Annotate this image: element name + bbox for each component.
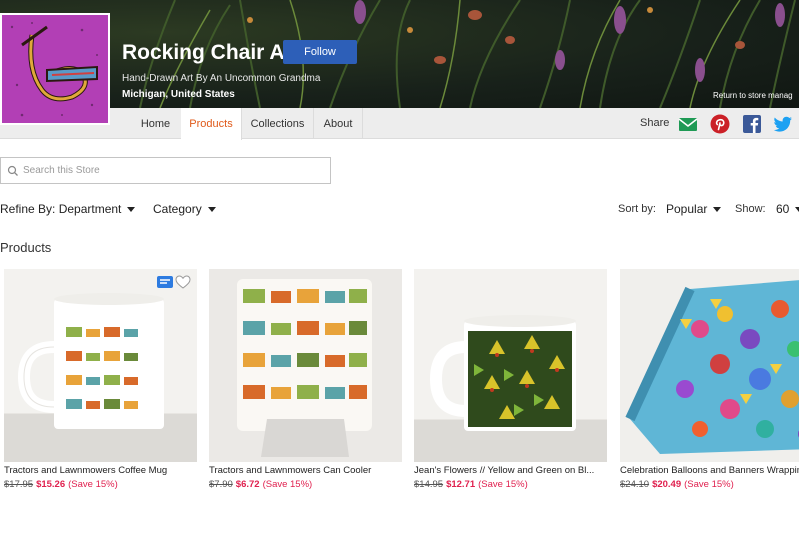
sale-price: $6.72	[235, 479, 260, 490]
pinterest-icon[interactable]	[710, 114, 730, 134]
product-price: $24.10 $20.49 (Save 15%)	[620, 479, 799, 490]
product-title[interactable]: Celebration Balloons and Banners Wrappin…	[620, 465, 799, 476]
store-location: Michigan, United States	[122, 89, 235, 100]
zazzle-badge-icon	[157, 276, 173, 288]
product-card[interactable]: Jean's Flowers // Yellow and Green on Bl…	[414, 269, 607, 490]
banner-background-image	[139, 0, 796, 108]
email-icon[interactable]	[678, 114, 698, 134]
tab-home[interactable]: Home	[130, 108, 182, 139]
store-banner: Rocking Chair Art Follow Hand-Drawn Art …	[0, 0, 799, 108]
department-filter-label: Refine By: Department	[0, 202, 122, 216]
product-title[interactable]: Tractors and Lawnmowers Can Cooler	[209, 465, 402, 476]
store-name: Rocking Chair Art	[122, 41, 300, 64]
sort-dropdown[interactable]: Popular	[666, 202, 722, 216]
product-title[interactable]: Jean's Flowers // Yellow and Green on Bl…	[414, 465, 607, 476]
sort-by-label: Sort by:	[618, 203, 656, 215]
show-count-dropdown[interactable]: 60	[776, 202, 799, 216]
sale-price: $12.71	[446, 479, 476, 490]
store-logo[interactable]	[0, 13, 110, 125]
product-price: $7.90 $6.72 (Save 15%)	[209, 479, 402, 490]
product-title[interactable]: Tractors and Lawnmowers Coffee Mug	[4, 465, 197, 476]
product-image[interactable]	[209, 269, 402, 462]
follow-button[interactable]: Follow	[283, 40, 357, 64]
original-price: $14.95	[414, 479, 444, 490]
savings-text: (Save 15%)	[262, 479, 313, 490]
tab-collections[interactable]: Collections	[242, 108, 314, 139]
logo-artwork	[10, 22, 98, 117]
chevron-down-icon	[713, 206, 722, 212]
twitter-icon[interactable]	[773, 114, 793, 134]
savings-text: (Save 15%)	[684, 479, 734, 490]
department-filter-dropdown[interactable]: Refine By: Department	[0, 202, 136, 216]
share-label: Share	[640, 117, 670, 129]
badge-group	[157, 275, 191, 289]
heart-icon[interactable]	[175, 275, 191, 289]
product-price: $14.95 $12.71 (Save 15%)	[414, 479, 607, 490]
original-price: $7.90	[209, 479, 233, 490]
product-card[interactable]: Celebration Balloons and Banners Wrappin…	[620, 269, 799, 490]
product-card[interactable]: Tractors and Lawnmowers Can Cooler $7.90…	[209, 269, 402, 490]
chevron-down-icon	[207, 206, 216, 212]
search-icon	[7, 165, 18, 176]
product-image[interactable]	[4, 269, 197, 462]
original-price: $24.10	[620, 479, 650, 490]
tab-about[interactable]: About	[314, 108, 363, 139]
product-image[interactable]	[414, 269, 607, 462]
show-value: 60	[776, 202, 790, 216]
savings-text: (Save 15%)	[68, 479, 118, 490]
savings-text: (Save 15%)	[478, 479, 528, 490]
facebook-icon[interactable]	[742, 114, 762, 134]
products-section-title: Products	[0, 240, 52, 255]
product-image[interactable]	[620, 269, 799, 462]
sale-price: $15.26	[36, 479, 66, 490]
chevron-down-icon	[127, 206, 136, 212]
original-price: $17.95	[4, 479, 34, 490]
store-tagline: Hand-Drawn Art By An Uncommon Grandma	[122, 73, 321, 84]
sort-value: Popular	[666, 202, 708, 216]
chevron-down-icon	[795, 206, 799, 212]
category-filter-dropdown[interactable]: Category	[153, 202, 216, 216]
store-search-box	[0, 157, 331, 184]
return-to-store-link[interactable]: Return to store manag	[713, 91, 793, 100]
tab-products[interactable]: Products	[181, 108, 242, 140]
sale-price: $20.49	[652, 479, 682, 490]
category-filter-label: Category	[153, 202, 202, 216]
product-card[interactable]: Tractors and Lawnmowers Coffee Mug $17.9…	[4, 269, 197, 490]
search-input[interactable]	[23, 162, 323, 179]
product-price: $17.95 $15.26 (Save 15%)	[4, 479, 197, 490]
show-label: Show:	[735, 203, 766, 215]
